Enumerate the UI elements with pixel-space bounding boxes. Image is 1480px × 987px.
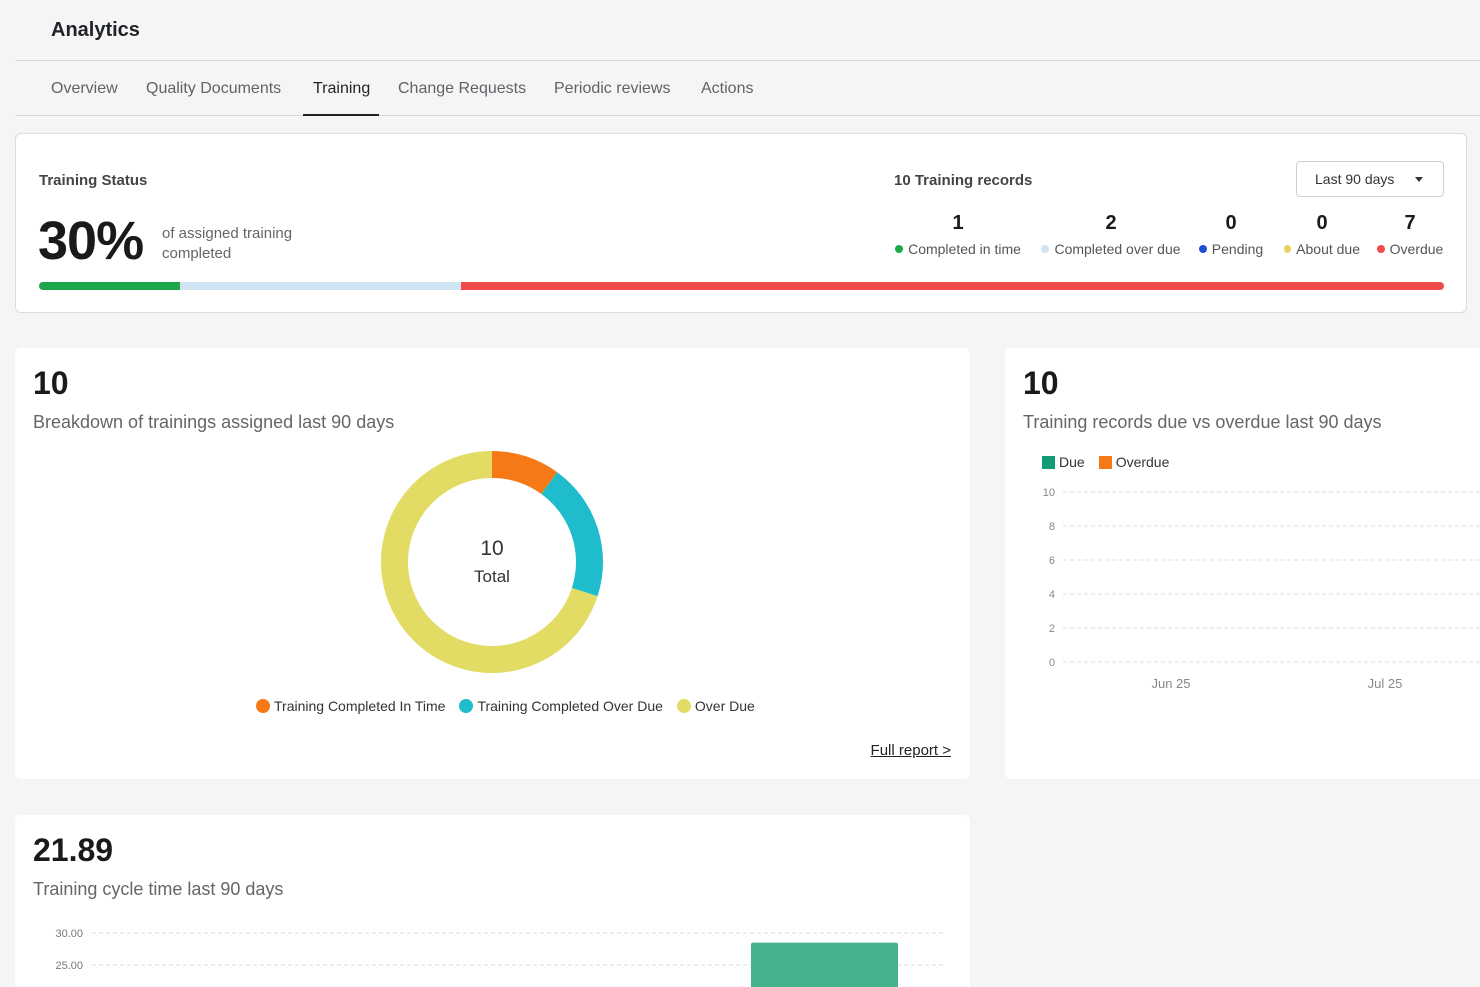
legend-label: Overdue (1115, 454, 1170, 470)
y-tick-label: 4 (1049, 589, 1055, 601)
breakdown-card: 10 Breakdown of trainings assigned last … (15, 348, 970, 779)
top-bar: Analytics (0, 0, 1480, 61)
stat-overdue: 7 Overdue (1376, 212, 1444, 257)
donut-chart: 10 Total (380, 450, 604, 674)
tab-change-requests[interactable]: Change Requests (398, 61, 526, 115)
y-tick-label: 8 (1049, 521, 1055, 533)
stat-about-due: 0 About due (1284, 212, 1360, 257)
training-status-card: Training Status 30% of assigned training… (15, 133, 1467, 313)
progress-segment-0 (39, 282, 180, 290)
bar-legend: Due Overdue (1042, 454, 1183, 470)
legend-dot-icon (676, 699, 691, 713)
stat-value: 2 (1105, 212, 1117, 234)
legend-item[interactable]: Training Completed Over Due (459, 698, 663, 714)
cycle-time-card: 21.89 Training cycle time last 90 days 3… (15, 815, 970, 987)
stat-label: Pending (1211, 241, 1264, 257)
legend-item[interactable]: Training Completed In Time (256, 698, 445, 714)
progress-segment-4 (460, 282, 1444, 290)
stat-label: About due (1296, 241, 1360, 257)
legend-label: Over Due (694, 698, 755, 714)
tab-bar: Overview Quality Documents Training Chan… (15, 61, 1480, 116)
donut-center: 10 Total (380, 450, 604, 674)
donut-legend: Training Completed In Time Training Comp… (256, 698, 769, 714)
legend-square-icon (1098, 455, 1112, 469)
training-progress-bar (39, 282, 1444, 290)
stat-label: Completed over due (1054, 241, 1181, 257)
full-report-link[interactable]: Full report > (871, 742, 951, 759)
tab-periodic-reviews[interactable]: Periodic reviews (554, 61, 670, 115)
y-tick-label: 30.00 (55, 928, 83, 940)
status-dot-icon (1041, 245, 1050, 253)
legend-label: Training Completed In Time (274, 698, 446, 714)
stat-value: 0 (1316, 212, 1328, 234)
training-records-title: 10 Training records (894, 172, 1033, 189)
legend-label: Training Completed Over Due (477, 698, 663, 714)
date-range-select[interactable]: Last 90 days (1296, 161, 1444, 197)
tab-actions[interactable]: Actions (701, 61, 753, 115)
legend-label: Due (1059, 454, 1085, 470)
legend-dot-icon (256, 699, 270, 713)
stat-value: 0 (1225, 212, 1237, 234)
due-subtitle: Training records due vs overdue last 90 … (1023, 412, 1382, 432)
tab-quality-documents[interactable]: Quality Documents (146, 61, 281, 115)
due-bar-chart: 10 8 6 4 2 0 Jun 25 Jul 25 (1043, 487, 1480, 691)
x-tick-label: Jul 25 (1368, 676, 1403, 691)
donut-total-label: Total (474, 567, 510, 586)
tab-overview[interactable]: Overview (51, 61, 118, 115)
legend-item[interactable]: Overdue (1098, 454, 1170, 470)
status-dot-icon (1198, 245, 1207, 253)
cycle-bar-chart: 30.00 25.00 (55, 928, 945, 987)
date-range-value: Last 90 days (1315, 171, 1395, 187)
y-tick-label: 2 (1049, 623, 1055, 635)
stat-value: 7 (1404, 212, 1416, 234)
y-tick-label: 0 (1049, 657, 1055, 669)
stat-pending: 0 Pending (1198, 212, 1264, 257)
y-tick-label: 25.00 (55, 960, 83, 972)
cycle-time-value: 21.89 (33, 832, 114, 868)
cycle-bar-1[interactable] (751, 942, 898, 987)
status-dot-icon (895, 245, 904, 253)
completion-caption: of assigned training completed (162, 225, 293, 262)
cycle-time-subtitle: Training cycle time last 90 days (33, 879, 284, 899)
stat-label: Completed in time (908, 241, 1021, 257)
stat-value: 1 (952, 212, 964, 234)
legend-item[interactable]: Due (1042, 454, 1085, 470)
due-vs-overdue-card: 10 Training records due vs overdue last … (1005, 348, 1480, 779)
legend-dot-icon (459, 699, 474, 713)
breakdown-count: 10 (33, 365, 69, 401)
legend-square-icon (1042, 455, 1055, 469)
caret-down-icon (1415, 177, 1423, 182)
y-tick-label: 10 (1043, 487, 1055, 499)
y-tick-label: 6 (1049, 555, 1055, 567)
x-tick-label: Jun 25 (1151, 676, 1190, 691)
training-status-label: Training Status (39, 172, 148, 189)
status-dot-icon (1376, 245, 1385, 253)
due-count: 10 (1023, 365, 1059, 401)
page-title: Analytics (51, 19, 140, 41)
donut-total-value: 10 (480, 537, 504, 560)
progress-segment-1 (179, 282, 461, 290)
legend-item[interactable]: Over Due (676, 698, 755, 714)
tab-training[interactable]: Training (302, 61, 380, 116)
breakdown-subtitle: Breakdown of trainings assigned last 90 … (33, 412, 395, 432)
stat-completed-in-time: 1 Completed in time (894, 212, 1022, 257)
completion-percent: 30% (38, 211, 144, 271)
status-dot-icon (1284, 245, 1292, 253)
stat-completed-over-due: 2 Completed over due (1040, 212, 1182, 257)
stat-label: Overdue (1389, 241, 1444, 257)
